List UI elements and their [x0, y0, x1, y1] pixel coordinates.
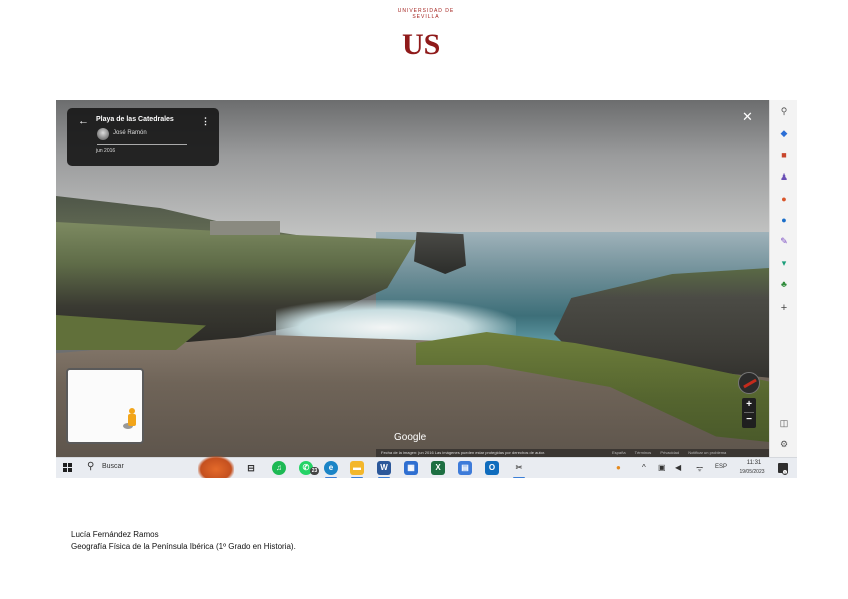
minimap[interactable]: [66, 368, 144, 444]
capture-date: jun 2016: [96, 148, 116, 154]
language-indicator[interactable]: ESP: [715, 464, 727, 470]
split-screen-icon[interactable]: ◫: [779, 418, 789, 428]
street-view-panorama[interactable]: ← Playa de las Catedrales ⋮ José Ramón j…: [56, 100, 769, 457]
logo-mark: US: [402, 28, 441, 61]
caption-author: Lucía Fernández Ramos: [71, 530, 159, 539]
tag-icon[interactable]: ◆: [779, 128, 789, 138]
distant-building: [210, 221, 280, 235]
search-placeholder: Buscar: [102, 463, 124, 470]
caption-course: Geografía Física de la Península Ibérica…: [71, 542, 296, 551]
search-icon[interactable]: ⚲: [779, 106, 789, 116]
task-view-icon[interactable]: ⊟: [244, 461, 258, 475]
outlook-icon[interactable]: ●: [779, 215, 789, 225]
cart-icon[interactable]: ▾: [779, 258, 789, 268]
search-highlight-icon[interactable]: [198, 456, 234, 478]
place-title: Playa de las Catedrales: [96, 116, 174, 123]
tree-icon[interactable]: ♣: [779, 279, 789, 289]
calendar-icon[interactable]: ▤: [458, 461, 472, 475]
close-icon[interactable]: ✕: [742, 109, 753, 125]
google-logo: Google: [394, 432, 427, 443]
zoom-in-button[interactable]: +: [742, 398, 756, 412]
notification-count: 1: [782, 469, 788, 475]
compass-needle: [743, 378, 757, 389]
volume-icon[interactable]: ◀: [675, 463, 681, 472]
edge-active-indicator: [325, 477, 337, 478]
shopping-bag-icon[interactable]: ■: [779, 150, 789, 160]
clock-date[interactable]: 19/05/2023: [734, 469, 770, 475]
edge-icon[interactable]: e: [324, 461, 338, 475]
screenshot: ← Playa de las Catedrales ⋮ José Ramón j…: [56, 100, 797, 478]
file-explorer-icon[interactable]: ▬: [350, 461, 364, 475]
meet-now-icon[interactable]: ▣: [658, 463, 666, 472]
footer-link-region[interactable]: España: [612, 450, 626, 455]
imagery-footer: Fecha de la imagen: jun 2016 Las imágene…: [376, 449, 769, 457]
snipping-tool-icon[interactable]: ✂: [512, 461, 526, 475]
footer-link-terms[interactable]: Términos: [635, 450, 652, 455]
compass-icon[interactable]: [738, 372, 760, 394]
more-options-icon[interactable]: ⋮: [201, 116, 210, 127]
settings-icon[interactable]: ⚙: [779, 439, 789, 449]
pegman-body: [128, 414, 136, 426]
windows-start-icon[interactable]: [63, 463, 73, 473]
author-avatar[interactable]: [97, 128, 109, 140]
weather-icon[interactable]: ●: [616, 463, 621, 472]
outlook-icon[interactable]: O: [485, 461, 499, 475]
taskbar-search[interactable]: ⚲ Buscar: [83, 461, 193, 475]
footer-link-report[interactable]: Notificar un problema: [688, 450, 726, 455]
edge-sidebar: ⚲ ◆ ■ ♟ ● ● ✎ ▾ ♣ + ◫ ⚙: [769, 100, 797, 457]
excel-icon[interactable]: X: [431, 461, 445, 475]
pegman-icon[interactable]: [123, 408, 138, 429]
store-icon[interactable]: ▦: [404, 461, 418, 475]
network-icon[interactable]: ᯤ: [696, 463, 703, 474]
office-icon[interactable]: ●: [779, 194, 789, 204]
people-icon[interactable]: ♟: [779, 172, 789, 182]
snipping-active-indicator: [513, 477, 525, 478]
spotify-icon[interactable]: ♫: [272, 461, 286, 475]
university-logo: UNIVERSIDAD DE SEVILLA US: [396, 8, 456, 62]
zoom-control: + −: [742, 398, 756, 428]
document-page: UNIVERSIDAD DE SEVILLA US ← Playa de las…: [0, 0, 848, 599]
whatsapp-badge: 23: [310, 467, 319, 475]
footer-link-privacy[interactable]: Privacidad: [660, 450, 679, 455]
footer-links: España Términos Privacidad Notificar un …: [612, 450, 734, 455]
explorer-active-indicator: [351, 477, 363, 478]
back-arrow-icon[interactable]: ←: [78, 115, 89, 127]
zoom-out-button[interactable]: −: [742, 413, 756, 427]
word-active-indicator: [378, 477, 390, 478]
chevron-up-icon[interactable]: ^: [642, 463, 646, 472]
imagery-date-notice: Fecha de la imagen: jun 2016 Las imágene…: [381, 450, 546, 455]
windows-taskbar: ⚲ Buscar ⊟ ♫ ✆ 23 e ▬ W ▦ X ▤ O ✂ ● ^ ▣ …: [56, 456, 797, 478]
document-caption: Lucía Fernández Ramos Geografía Física d…: [71, 529, 296, 553]
author-name[interactable]: José Ramón: [113, 130, 147, 136]
add-icon[interactable]: +: [779, 303, 789, 314]
word-icon[interactable]: W: [377, 461, 391, 475]
card-divider: [97, 144, 187, 145]
designer-icon[interactable]: ✎: [779, 236, 789, 246]
search-icon: ⚲: [87, 461, 95, 472]
location-info-card: ← Playa de las Catedrales ⋮ José Ramón j…: [67, 108, 219, 166]
clock-time[interactable]: 11:31: [739, 460, 769, 466]
